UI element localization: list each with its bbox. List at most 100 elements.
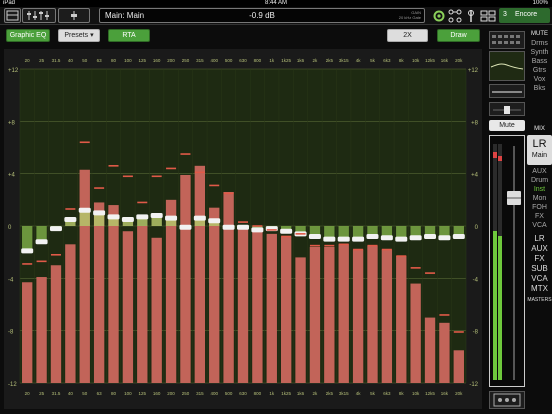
zoom-2x-button[interactable]: 2X <box>387 29 428 42</box>
freq-label-top: 500 <box>225 58 233 63</box>
mute-group-3[interactable]: Gtrs <box>527 66 552 75</box>
draw-button[interactable]: Draw <box>437 29 480 42</box>
mix-item-2[interactable]: Inst <box>527 185 552 194</box>
freq-label-top: 5k <box>370 58 376 63</box>
freq-label-bottom: 80 <box>111 391 117 396</box>
mix-item-1[interactable]: Drum <box>527 176 552 185</box>
mute-group-0[interactable]: Drms <box>527 39 552 48</box>
eq-toolbar: Graphic EQ Presets ▾ RTA 2X Draw <box>0 29 486 46</box>
peak-marker <box>367 244 378 247</box>
freq-label-bottom: 3k15 <box>339 391 349 396</box>
freq-label-top: 2k <box>313 58 319 63</box>
peak-marker <box>338 243 349 246</box>
rta-bar <box>424 317 436 383</box>
freq-label-top: 63 <box>97 58 103 63</box>
master-group-mtx[interactable]: MTX <box>527 284 552 294</box>
eq-fader-handle <box>78 207 91 213</box>
master-group-fx[interactable]: FX <box>527 254 552 264</box>
eq-fader-handle <box>150 213 163 219</box>
snapshot-selector[interactable]: 3 Encore <box>499 8 550 23</box>
db-label-right: +4 <box>471 173 479 179</box>
freq-label-bottom: 40 <box>68 391 74 396</box>
eq-graph[interactable]: +12 +12 +8 +8 +4 +4 0 0 -4 -4 -8 -8 -12 -12 20 20 25 25 31… <box>4 49 482 409</box>
bottom-main-view[interactable] <box>489 391 525 409</box>
peak-marker <box>180 153 191 155</box>
rta-bar <box>453 350 464 383</box>
mix-item-3[interactable]: Mon <box>527 194 552 203</box>
eq-fader-handle <box>438 235 451 241</box>
freq-label-top: 10k <box>412 58 420 63</box>
freq-label-top: 6k3 <box>383 58 391 63</box>
gate-thumbnail[interactable] <box>489 84 525 98</box>
mute-group-5[interactable]: Bks <box>527 84 552 93</box>
peak-marker <box>425 272 436 274</box>
mix-item-5[interactable]: FX <box>527 212 552 221</box>
channel-strip-icon <box>6 10 19 21</box>
peak-marker <box>194 171 205 174</box>
rta-bar <box>439 322 450 383</box>
master-group-sub[interactable]: SUB <box>527 264 552 274</box>
clock: 8:44 AM <box>264 0 287 6</box>
peak-marker <box>94 187 105 189</box>
mix-item-0[interactable]: AUX <box>527 167 552 176</box>
peak-marker <box>166 167 177 170</box>
rta-toggle[interactable]: RTA <box>108 29 150 42</box>
eq-curve-icon <box>490 63 524 70</box>
eq-fader-handle <box>93 210 106 216</box>
channel-side-panel: Mute <box>487 29 527 409</box>
db-label-left: -4 <box>8 277 14 283</box>
snapshot-grid-icon[interactable] <box>480 10 496 22</box>
lr-main-button[interactable]: LR Main <box>527 135 552 165</box>
mixer-view-button[interactable] <box>22 8 56 23</box>
main-fader-strip[interactable] <box>489 135 525 387</box>
mute-group-4[interactable]: Vox <box>527 75 552 84</box>
mix-item-6[interactable]: VCA <box>527 221 552 230</box>
freq-label-top: 3k15 <box>339 58 349 63</box>
settings-icon[interactable] <box>432 9 446 23</box>
eq-fader-handle <box>366 233 379 239</box>
app-root: { "status": {"device": "iPad", "time": "… <box>0 0 552 414</box>
eq-fader-handle <box>222 224 235 230</box>
mix-item-4[interactable]: FOH <box>527 203 552 212</box>
eq-fader-handle <box>380 235 393 241</box>
peak-marker <box>209 184 220 187</box>
tools-icon[interactable] <box>465 9 477 23</box>
single-fader-button[interactable] <box>58 8 90 23</box>
mute-group-1[interactable]: Synth <box>527 48 552 57</box>
freq-label-top: 20 <box>25 58 31 63</box>
channel-strip-button[interactable] <box>4 8 21 23</box>
rta-bar <box>352 249 364 383</box>
rta-bar <box>338 244 349 383</box>
freq-label-top: 630 <box>239 58 247 63</box>
mute-button[interactable]: Mute <box>489 120 525 131</box>
freq-label-bottom: 6k3 <box>383 391 391 396</box>
level-readout: -0.9 dB <box>249 11 275 20</box>
grid-icon <box>492 35 520 44</box>
freq-label-top: 1k25 <box>281 58 291 63</box>
freq-label-bottom: 2k5 <box>326 391 334 396</box>
presets-dropdown[interactable]: Presets ▾ <box>58 29 100 42</box>
channel-info-display[interactable]: Main: Main -0.9 dB GAIN 20 kHz Gate <box>99 8 425 23</box>
freq-label-bottom: 315 <box>196 391 204 396</box>
graphic-eq-button[interactable]: Graphic EQ <box>6 29 50 42</box>
channel-grid[interactable] <box>489 31 525 49</box>
top-bar: Main: Main -0.9 dB GAIN 20 kHz Gate 3 Enc… <box>0 7 552 25</box>
freq-label-bottom: 200 <box>167 391 175 396</box>
master-group-vca[interactable]: VCA <box>527 274 552 284</box>
peak-marker <box>266 229 277 231</box>
master-group-aux[interactable]: AUX <box>527 244 552 254</box>
master-group-lr[interactable]: LR <box>527 234 552 244</box>
freq-label-bottom: 20 <box>25 391 31 396</box>
freq-label-top: 16k <box>441 58 449 63</box>
peak-marker <box>223 192 234 195</box>
pan-control[interactable] <box>489 102 525 116</box>
peak-marker <box>50 253 61 256</box>
status-bar: iPad 8:44 AM 100% <box>0 0 552 7</box>
eq-thumbnail[interactable] <box>489 51 525 81</box>
mute-group-2[interactable]: Bass <box>527 57 552 66</box>
peak-marker <box>252 225 263 227</box>
freq-label-top: 125 <box>139 58 147 63</box>
graphic-eq-panel[interactable]: +12 +12 +8 +8 +4 +4 0 0 -4 -4 -8 -8 -12 -12 20 20 25 25 31… <box>4 49 482 409</box>
routing-icon[interactable] <box>448 9 462 23</box>
eq-fader-handle <box>21 248 34 254</box>
